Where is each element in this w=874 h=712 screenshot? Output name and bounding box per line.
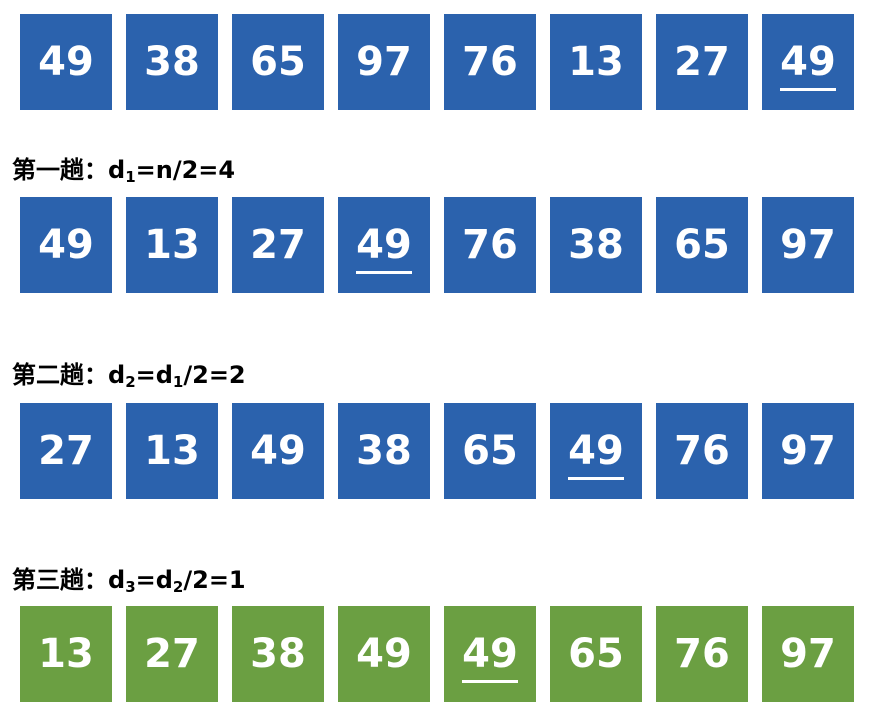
array-row-1: 49 13 27 49 76 38 65 97 bbox=[20, 197, 856, 293]
array-cell: 76 bbox=[656, 403, 748, 499]
array-cell-value: 65 bbox=[568, 631, 624, 677]
array-cell: 49 bbox=[550, 403, 642, 499]
array-cell: 97 bbox=[338, 14, 430, 110]
array-cell-value: 49 bbox=[356, 631, 412, 677]
array-cell-value-underlined: 49 bbox=[462, 631, 518, 683]
array-cell-value: 97 bbox=[356, 39, 412, 85]
array-cell-value: 49 bbox=[38, 39, 94, 85]
pass-label-formula-part: d bbox=[108, 156, 126, 184]
array-cell-value: 27 bbox=[250, 222, 306, 268]
array-cell-value: 13 bbox=[568, 39, 624, 85]
array-cell-value: 38 bbox=[356, 428, 412, 474]
array-cell: 27 bbox=[126, 606, 218, 702]
pass-label-subscript: 3 bbox=[125, 578, 136, 596]
pass-label-formula-part: /2=1 bbox=[183, 566, 246, 594]
array-cell-value: 38 bbox=[144, 39, 200, 85]
array-cell: 76 bbox=[444, 197, 536, 293]
array-cell-value: 27 bbox=[38, 428, 94, 474]
array-cell-value: 13 bbox=[38, 631, 94, 677]
array-cell-value: 49 bbox=[250, 428, 306, 474]
pass-label-formula-part: =d bbox=[135, 361, 173, 389]
array-cell: 49 bbox=[444, 606, 536, 702]
array-cell: 65 bbox=[550, 606, 642, 702]
array-cell: 65 bbox=[656, 197, 748, 293]
array-cell: 13 bbox=[550, 14, 642, 110]
array-cell-value: 27 bbox=[144, 631, 200, 677]
array-cell: 49 bbox=[20, 14, 112, 110]
array-cell-value: 76 bbox=[462, 39, 518, 85]
array-cell-value: 97 bbox=[780, 222, 836, 268]
array-cell-value: 13 bbox=[144, 222, 200, 268]
array-row-0: 49 38 65 97 76 13 27 49 bbox=[20, 14, 856, 110]
array-cell-value: 65 bbox=[674, 222, 730, 268]
array-cell: 97 bbox=[762, 197, 854, 293]
pass-label-prefix: 第二趟： bbox=[12, 361, 108, 389]
pass-label-formula-part: =n/2=4 bbox=[135, 156, 236, 184]
array-cell: 49 bbox=[232, 403, 324, 499]
array-cell-value: 13 bbox=[144, 428, 200, 474]
pass-label-subscript: 1 bbox=[172, 373, 184, 391]
array-cell: 38 bbox=[232, 606, 324, 702]
array-cell-value: 76 bbox=[462, 222, 518, 268]
array-cell: 27 bbox=[232, 197, 324, 293]
array-cell-value-underlined: 49 bbox=[356, 222, 412, 274]
array-cell: 49 bbox=[20, 197, 112, 293]
array-cell: 76 bbox=[656, 606, 748, 702]
array-cell-value: 65 bbox=[462, 428, 518, 474]
array-cell-value: 97 bbox=[780, 631, 836, 677]
pass-label-3: 第三趟：d3=d2/2=1 bbox=[12, 560, 246, 596]
pass-label-formula-part: d bbox=[108, 361, 126, 389]
pass-label-prefix: 第三趟： bbox=[12, 566, 108, 594]
pass-label-1: 第一趟：d1=n/2=4 bbox=[12, 150, 235, 186]
array-row-2: 27 13 49 38 65 49 76 97 bbox=[20, 403, 856, 499]
pass-label-subscript: 1 bbox=[125, 168, 136, 186]
array-cell-value: 38 bbox=[568, 222, 624, 268]
pass-label-formula-part: /2=2 bbox=[183, 361, 246, 389]
array-cell: 38 bbox=[126, 14, 218, 110]
array-cell: 27 bbox=[656, 14, 748, 110]
array-cell: 27 bbox=[20, 403, 112, 499]
array-cell-value: 38 bbox=[250, 631, 306, 677]
array-row-3: 13 27 38 49 49 65 76 97 bbox=[20, 606, 856, 702]
array-cell: 38 bbox=[550, 197, 642, 293]
array-cell-value: 49 bbox=[38, 222, 94, 268]
array-cell-value: 97 bbox=[780, 428, 836, 474]
array-cell-value: 76 bbox=[674, 631, 730, 677]
array-cell: 13 bbox=[20, 606, 112, 702]
pass-label-formula-part: =d bbox=[135, 566, 173, 594]
array-cell: 65 bbox=[232, 14, 324, 110]
array-cell: 38 bbox=[338, 403, 430, 499]
array-cell-value-underlined: 49 bbox=[780, 39, 836, 91]
array-cell: 76 bbox=[444, 14, 536, 110]
array-cell-value-underlined: 49 bbox=[568, 428, 624, 480]
pass-label-subscript: 2 bbox=[125, 373, 136, 391]
array-cell: 65 bbox=[444, 403, 536, 499]
array-cell: 13 bbox=[126, 197, 218, 293]
array-cell: 97 bbox=[762, 606, 854, 702]
array-cell-value: 65 bbox=[250, 39, 306, 85]
array-cell: 49 bbox=[338, 197, 430, 293]
array-cell: 97 bbox=[762, 403, 854, 499]
array-cell: 49 bbox=[338, 606, 430, 702]
pass-label-formula-part: d bbox=[108, 566, 126, 594]
array-cell: 49 bbox=[762, 14, 854, 110]
pass-label-subscript: 2 bbox=[172, 578, 184, 596]
array-cell-value: 76 bbox=[674, 428, 730, 474]
array-cell-value: 27 bbox=[674, 39, 730, 85]
array-cell: 13 bbox=[126, 403, 218, 499]
pass-label-prefix: 第一趟： bbox=[12, 156, 108, 184]
pass-label-2: 第二趟：d2=d1/2=2 bbox=[12, 355, 246, 391]
